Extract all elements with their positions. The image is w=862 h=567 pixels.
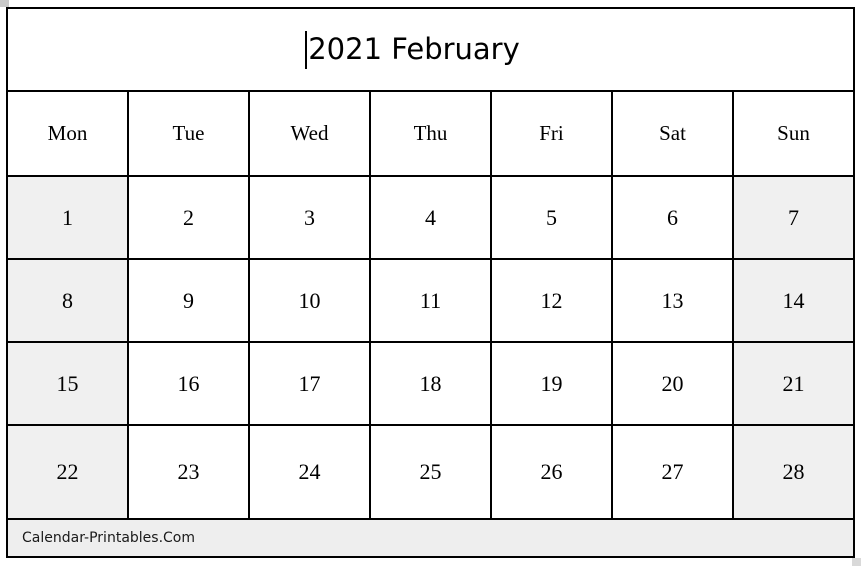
weekday-label: Fri bbox=[539, 121, 564, 145]
weekday-header-row: Mon Tue Wed Thu Fri Sat Sun bbox=[8, 92, 853, 177]
day-number: 4 bbox=[425, 204, 436, 230]
day-cell[interactable]: 9 bbox=[129, 260, 250, 341]
day-cell[interactable]: 13 bbox=[613, 260, 734, 341]
day-cell[interactable]: 22 bbox=[8, 426, 129, 518]
day-number: 16 bbox=[177, 370, 200, 396]
footer-attribution: Calendar-Printables.Com bbox=[22, 530, 196, 546]
day-cell[interactable]: 14 bbox=[734, 260, 853, 341]
day-number: 14 bbox=[782, 287, 805, 313]
day-number: 7 bbox=[788, 204, 799, 230]
day-cell[interactable]: 4 bbox=[371, 177, 492, 258]
day-number: 5 bbox=[546, 204, 557, 230]
calendar-title-row[interactable]: 2021 February bbox=[8, 9, 853, 92]
day-number: 22 bbox=[56, 459, 79, 484]
calendar-week-row: 15 16 17 18 19 20 21 bbox=[8, 343, 853, 426]
day-cell[interactable]: 8 bbox=[8, 260, 129, 341]
text-caret-icon bbox=[305, 30, 308, 69]
weekday-header-wed: Wed bbox=[250, 92, 371, 175]
calendar-grid: Mon Tue Wed Thu Fri Sat Sun 1 2 3 4 5 6 … bbox=[8, 92, 853, 556]
day-cell[interactable]: 15 bbox=[8, 343, 129, 424]
day-number: 6 bbox=[667, 204, 678, 230]
calendar-week-row: 22 23 24 25 26 27 28 bbox=[8, 426, 853, 520]
day-cell[interactable]: 6 bbox=[613, 177, 734, 258]
day-cell[interactable]: 11 bbox=[371, 260, 492, 341]
day-number: 18 bbox=[419, 370, 442, 396]
day-cell[interactable]: 12 bbox=[492, 260, 613, 341]
day-cell[interactable]: 10 bbox=[250, 260, 371, 341]
weekday-header-mon: Mon bbox=[8, 92, 129, 175]
day-cell[interactable]: 2 bbox=[129, 177, 250, 258]
weekday-label: Sat bbox=[659, 121, 686, 145]
day-number: 10 bbox=[298, 287, 321, 313]
day-number: 26 bbox=[540, 459, 563, 484]
day-number: 19 bbox=[540, 370, 563, 396]
calendar-footer-bar: Calendar-Printables.Com bbox=[8, 520, 853, 556]
day-cell[interactable]: 20 bbox=[613, 343, 734, 424]
selection-handle-top-left[interactable] bbox=[0, 0, 9, 7]
weekday-label: Sun bbox=[777, 121, 810, 145]
weekday-header-fri: Fri bbox=[492, 92, 613, 175]
day-cell[interactable]: 17 bbox=[250, 343, 371, 424]
day-number: 11 bbox=[419, 287, 442, 313]
day-number: 23 bbox=[177, 459, 200, 484]
day-cell[interactable]: 18 bbox=[371, 343, 492, 424]
day-number: 13 bbox=[661, 287, 684, 313]
day-cell[interactable]: 21 bbox=[734, 343, 853, 424]
day-cell[interactable]: 23 bbox=[129, 426, 250, 518]
day-number: 3 bbox=[304, 204, 315, 230]
weekday-label: Thu bbox=[413, 121, 448, 145]
day-number: 1 bbox=[62, 204, 73, 230]
day-number: 21 bbox=[782, 370, 805, 396]
day-number: 12 bbox=[540, 287, 563, 313]
day-cell[interactable]: 19 bbox=[492, 343, 613, 424]
day-cell[interactable]: 1 bbox=[8, 177, 129, 258]
weekday-header-sat: Sat bbox=[613, 92, 734, 175]
day-number: 9 bbox=[183, 287, 194, 313]
day-cell[interactable]: 5 bbox=[492, 177, 613, 258]
page-title: 2021 February bbox=[308, 32, 520, 66]
day-cell[interactable]: 26 bbox=[492, 426, 613, 518]
calendar-title-group: 2021 February bbox=[305, 30, 520, 69]
calendar-table[interactable]: 2021 February Mon Tue Wed Thu Fri Sat Su… bbox=[6, 7, 855, 558]
day-number: 28 bbox=[782, 459, 805, 484]
page-canvas: 2021 February Mon Tue Wed Thu Fri Sat Su… bbox=[0, 0, 862, 567]
day-cell[interactable]: 16 bbox=[129, 343, 250, 424]
day-number: 20 bbox=[661, 370, 684, 396]
selection-handle-bottom-right[interactable] bbox=[852, 558, 861, 566]
day-number: 8 bbox=[62, 287, 73, 313]
day-cell[interactable]: 28 bbox=[734, 426, 853, 518]
calendar-week-row: 1 2 3 4 5 6 7 bbox=[8, 177, 853, 260]
day-number: 25 bbox=[419, 459, 442, 484]
day-cell[interactable]: 7 bbox=[734, 177, 853, 258]
weekday-header-sun: Sun bbox=[734, 92, 853, 175]
day-number: 17 bbox=[298, 370, 321, 396]
day-cell[interactable]: 25 bbox=[371, 426, 492, 518]
day-cell[interactable]: 27 bbox=[613, 426, 734, 518]
day-number: 15 bbox=[56, 370, 79, 396]
day-cell[interactable]: 3 bbox=[250, 177, 371, 258]
day-number: 24 bbox=[298, 459, 321, 484]
weekday-header-thu: Thu bbox=[371, 92, 492, 175]
weekday-label: Wed bbox=[290, 121, 329, 145]
day-number: 2 bbox=[183, 204, 194, 230]
weekday-label: Mon bbox=[47, 121, 88, 145]
weekday-label: Tue bbox=[172, 121, 205, 145]
day-number: 27 bbox=[661, 459, 684, 484]
weekday-header-tue: Tue bbox=[129, 92, 250, 175]
calendar-week-row: 8 9 10 11 12 13 14 bbox=[8, 260, 853, 343]
day-cell[interactable]: 24 bbox=[250, 426, 371, 518]
